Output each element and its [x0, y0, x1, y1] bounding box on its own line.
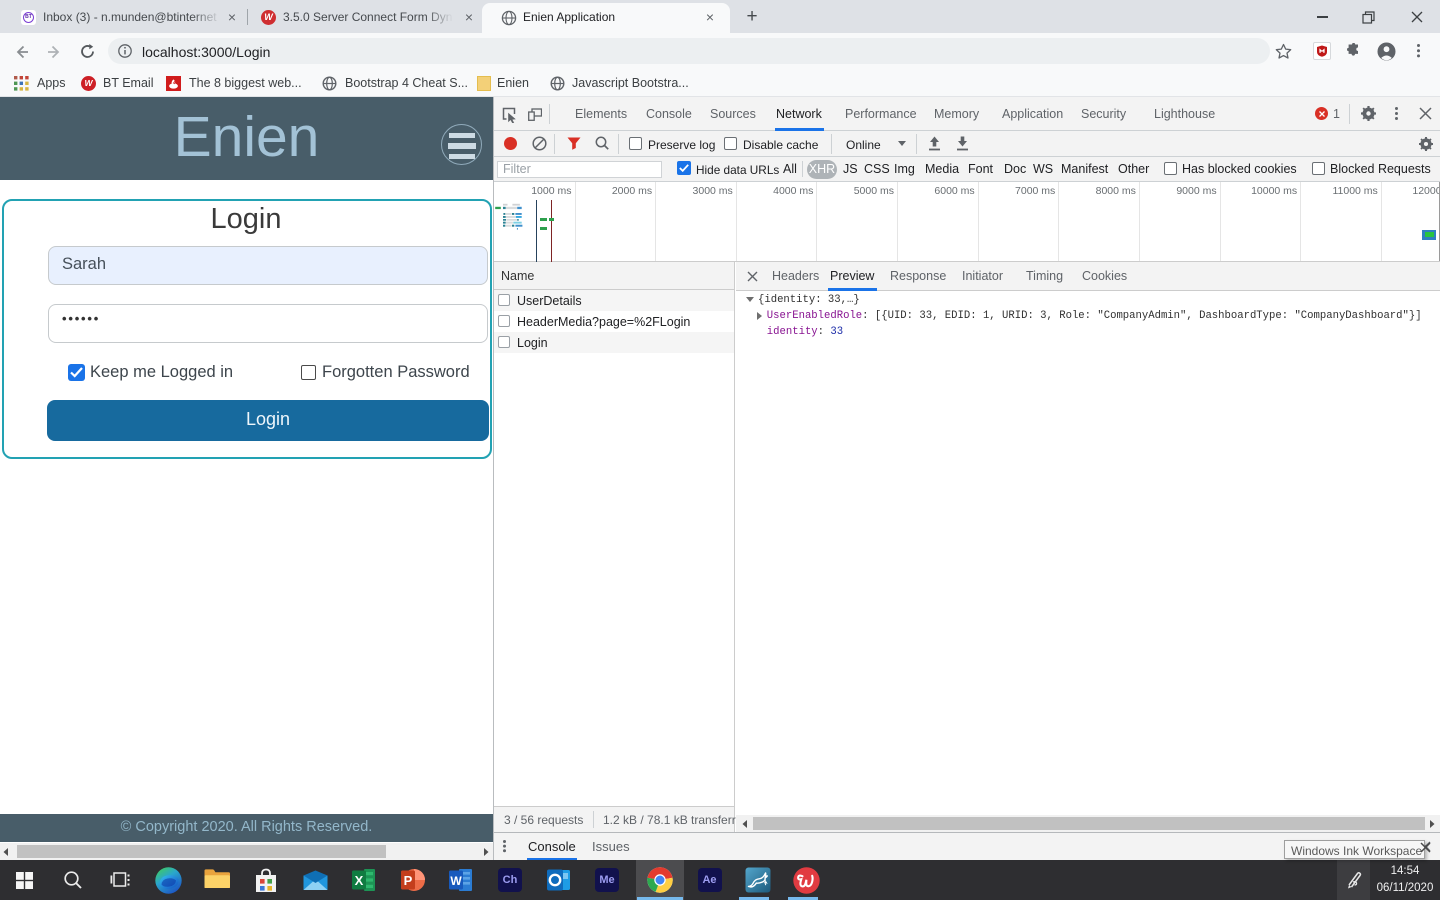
svg-text:W: W: [450, 874, 462, 888]
svg-text:X: X: [355, 873, 364, 888]
svg-text:P: P: [403, 873, 412, 888]
